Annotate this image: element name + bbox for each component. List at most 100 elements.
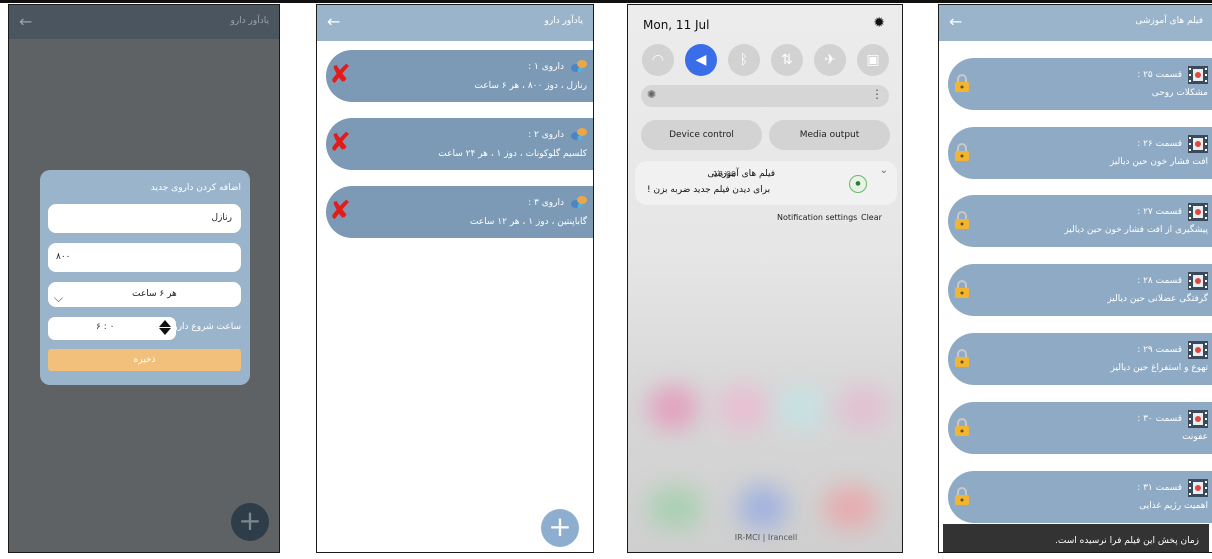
film-icon <box>1188 341 1208 359</box>
episode-number: قسمت ۲۷ : <box>1137 207 1182 217</box>
lock-rotation-icon[interactable]: ▣ <box>857 44 889 76</box>
episode-item[interactable]: قسمت ۳۰ : عفونت <box>948 402 1212 454</box>
film-icon <box>1188 203 1208 221</box>
lock-icon <box>955 349 969 367</box>
film-icon <box>1188 272 1208 290</box>
background-blur <box>823 485 878 530</box>
dose-field[interactable]: ۸۰۰ <box>48 243 241 272</box>
notification-settings-link[interactable]: Notification settings <box>777 213 857 222</box>
film-icon <box>1188 410 1208 428</box>
interval-select[interactable]: ⌵ هر ۶ ساعت <box>48 282 241 307</box>
film-icon <box>1188 135 1208 153</box>
spinner-arrows-icon[interactable] <box>159 320 171 336</box>
training-videos-screen: ← فیلم های آموزشی قسمت ۲۵ : مشکلات روحی قس… <box>938 4 1212 553</box>
delete-icon[interactable]: ✘ <box>329 197 351 225</box>
app-bar: ← یادآور دارو <box>317 5 593 41</box>
background-blur <box>738 485 788 530</box>
background-blur <box>648 385 698 430</box>
drug-title: داروی ۲ : <box>528 130 564 140</box>
drug-title: داروی ۳ : <box>528 198 564 208</box>
dialog-title: اضافه کردن داروی جدید <box>150 183 241 193</box>
drug-item[interactable]: ✘ داروی ۳ : گاباپنتین ، دوز ۱ ، هر ۱۲ سا… <box>326 186 593 238</box>
film-icon <box>1188 479 1208 497</box>
start-time-row: ۶ : ۰ ساعت شروع دارو <box>48 317 241 340</box>
lock-icon <box>955 74 969 92</box>
episode-title: گرفتگی عضلانی حین دیالیز <box>1107 294 1208 304</box>
notification-card[interactable]: 16:00 فیلم های آموزشی برای دیدن فیلم جدی… <box>635 161 897 205</box>
media-output-button[interactable]: Media output <box>769 120 890 150</box>
app-logo-icon: ● <box>849 175 867 193</box>
notification-title: فیلم های آموزشی <box>707 169 775 179</box>
app-bar: ← یادآور دارو <box>9 5 279 39</box>
app-bar: ← فیلم های آموزشی <box>939 5 1212 41</box>
add-button[interactable]: + <box>231 503 269 541</box>
episode-number: قسمت ۳۱ : <box>1137 483 1182 493</box>
episode-item[interactable]: قسمت ۲۷ : پیشگیری از افت فشار خون حین دیا… <box>948 195 1212 247</box>
episode-number: قسمت ۲۸ : <box>1137 276 1182 286</box>
episode-title: مشکلات روحی <box>1151 88 1208 98</box>
device-control-button[interactable]: Device control <box>641 120 762 150</box>
drug-details: گاباپنتین ، دوز ۱ ، هر ۱۲ ساعت <box>469 217 587 227</box>
data-transfer-icon[interactable]: ⇅ <box>771 44 803 76</box>
start-time-spinner[interactable]: ۶ : ۰ <box>48 317 176 340</box>
lock-icon <box>955 211 969 229</box>
episode-title: افت فشار خون حین دیالیز <box>1109 157 1208 167</box>
delete-icon[interactable]: ✘ <box>329 61 351 89</box>
drug-item[interactable]: ✘ داروی ۲ : کلسیم گلوکونات ، دوز ۱ ، هر … <box>326 118 593 170</box>
app-title: یادآور دارو <box>230 16 269 26</box>
episode-item[interactable]: قسمت ۲۶ : افت فشار خون حین دیالیز <box>948 127 1212 179</box>
pill-icon <box>571 128 587 141</box>
episode-number: قسمت ۳۰ : <box>1137 414 1182 424</box>
drug-details: رنازل ، دوز ۸۰۰ ، هر ۶ ساعت <box>474 81 587 91</box>
episode-number: قسمت ۲۵ : <box>1137 70 1182 80</box>
brightness-slider[interactable]: ✺ ⋮ <box>641 85 889 107</box>
episode-title: عفونت <box>1182 432 1208 442</box>
top-divider <box>0 0 1212 3</box>
dose-value: ۸۰۰ <box>56 252 71 262</box>
episode-item[interactable]: قسمت ۲۵ : مشکلات روحی <box>948 58 1212 110</box>
clear-button[interactable]: Clear <box>861 213 882 222</box>
toast-message: زمان پخش این فیلم فرا نرسیده است. <box>943 524 1209 552</box>
back-arrow-icon[interactable]: ← <box>19 12 32 31</box>
episode-item[interactable]: قسمت ۲۸ : گرفتگی عضلانی حین دیالیز <box>948 264 1212 316</box>
bluetooth-icon[interactable]: ᛒ <box>728 44 760 76</box>
episode-title: پیشگیری از افت فشار خون حین دیالیز <box>1064 225 1208 235</box>
airplane-icon[interactable]: ✈ <box>814 44 846 76</box>
drug-name-value: رنازل <box>211 213 232 223</box>
interval-value: هر ۶ ساعت <box>132 289 177 299</box>
gear-icon[interactable]: ✹ <box>873 15 885 31</box>
episode-title: اهمیت رژیم غذایی <box>1139 501 1208 511</box>
drug-details: کلسیم گلوکونات ، دوز ۱ ، هر ۲۴ ساعت <box>438 149 587 159</box>
notification-shade-screen: Mon, 11 Jul ✹ ◠ ◀ ᛒ ⇅ ✈ ▣ ✺ ⋮ Device con… <box>627 4 903 553</box>
lock-icon <box>955 487 969 505</box>
add-drug-dialog: اضافه کردن داروی جدید رنازل ۸۰۰ ⌵ هر ۶ س… <box>40 170 250 385</box>
delete-icon[interactable]: ✘ <box>329 129 351 157</box>
wifi-icon[interactable]: ◠ <box>642 44 674 76</box>
back-arrow-icon[interactable]: ← <box>949 12 962 31</box>
app-title: یادآور دارو <box>544 16 583 26</box>
status-date: Mon, 11 Jul <box>643 18 710 32</box>
drug-name-field[interactable]: رنازل <box>48 204 241 233</box>
save-button[interactable]: ذخیره <box>48 349 241 371</box>
chevron-down-icon[interactable]: ⌄ <box>880 165 888 176</box>
background-blur <box>648 485 703 530</box>
drug-title: داروی ۱ : <box>528 62 564 72</box>
episode-item[interactable]: قسمت ۲۹ : تهوع و استفراغ حین دیالیز <box>948 333 1212 385</box>
lock-icon <box>955 143 969 161</box>
episode-number: قسمت ۲۶ : <box>1137 139 1182 149</box>
pill-icon <box>571 196 587 209</box>
film-icon <box>1188 66 1208 84</box>
episode-item[interactable]: قسمت ۳۱ : اهمیت رژیم غذایی <box>948 471 1212 523</box>
start-time-label: ساعت شروع دارو <box>173 322 241 332</box>
plus-icon: + <box>548 510 572 543</box>
drug-item[interactable]: ✘ داروی ۱ : رنازل ، دوز ۸۰۰ ، هر ۶ ساعت <box>326 50 593 102</box>
back-arrow-icon[interactable]: ← <box>327 12 340 31</box>
add-drug-screen: ← یادآور دارو اضافه کردن داروی جدید رناز… <box>8 4 280 553</box>
drug-list-screen: ← یادآور دارو ✘ داروی ۱ : رنازل ، دوز ۸۰… <box>316 4 594 553</box>
app-title: فیلم های آموزشی <box>1135 16 1203 26</box>
chevron-down-icon: ⌵ <box>54 291 64 305</box>
more-icon[interactable]: ⋮ <box>871 87 883 101</box>
sound-icon[interactable]: ◀ <box>685 44 717 76</box>
notification-body: برای دیدن فیلم جدید ضربه بزن ! <box>647 185 771 195</box>
add-button[interactable]: + <box>541 509 579 547</box>
